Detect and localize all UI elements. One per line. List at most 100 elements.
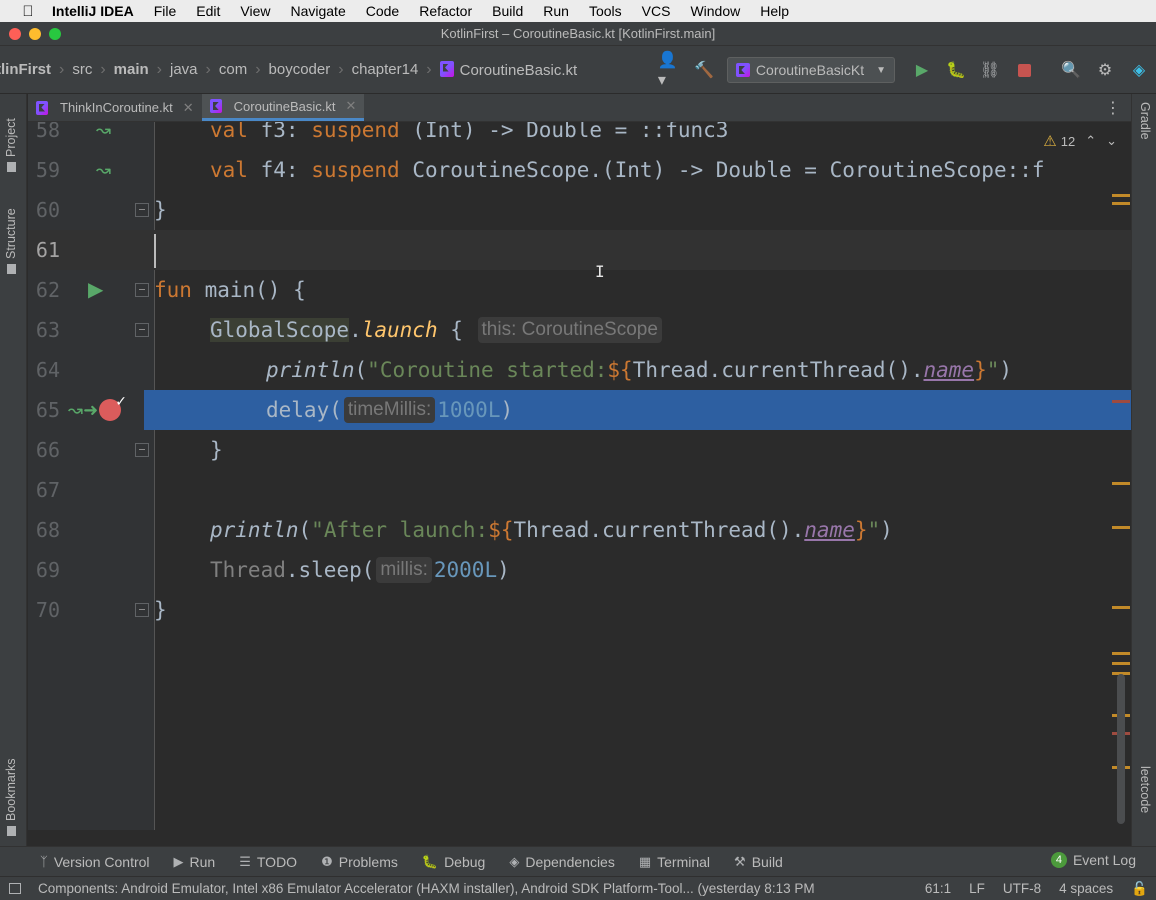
code-text: } — [210, 438, 223, 462]
warning-count: 12 — [1060, 133, 1076, 149]
fold-marker-icon[interactable] — [135, 203, 149, 217]
warning-stripe-marker[interactable] — [1112, 652, 1130, 655]
tool-window-bar: ᛉ Version Control ▶ Run ☰ TODO ❶ Problem… — [0, 846, 1156, 876]
breadcrumb-src[interactable]: src — [68, 61, 96, 78]
menu-app-name[interactable]: IntelliJ IDEA — [40, 3, 144, 19]
fold-marker-icon[interactable] — [135, 443, 149, 457]
lock-icon[interactable]: 🔓 — [1131, 881, 1148, 897]
dependencies-tool[interactable]: ◈ Dependencies — [497, 854, 627, 870]
stop-icon[interactable] — [1012, 58, 1036, 82]
structure-tool-tab[interactable]: Structure — [4, 208, 18, 274]
breadcrumb-main[interactable]: main — [110, 61, 153, 78]
folder-icon — [6, 162, 16, 172]
close-icon[interactable]: ✕ — [183, 100, 194, 116]
tab-thinkincoroutine[interactable]: ThinkInCoroutine.kt ✕ — [28, 94, 202, 121]
caret-position[interactable]: 61:1 — [925, 881, 951, 896]
warning-stripe-marker[interactable] — [1112, 194, 1130, 197]
warning-stripe-marker[interactable] — [1112, 526, 1130, 529]
menu-vcs[interactable]: VCS — [632, 3, 681, 19]
vertical-scrollbar[interactable] — [1117, 674, 1125, 824]
breakpoint-stripe-marker[interactable] — [1112, 400, 1130, 403]
terminal-tool[interactable]: ▦ Terminal — [627, 854, 722, 870]
warning-stripe-marker[interactable] — [1112, 606, 1130, 609]
event-log-tool[interactable]: 4 Event Log — [1050, 852, 1136, 868]
warning-stripe-marker[interactable] — [1112, 202, 1130, 205]
warning-stripe-marker[interactable] — [1112, 662, 1130, 665]
mouse-ibeam-cursor: I — [595, 262, 605, 281]
breakpoint-icon[interactable] — [99, 393, 127, 421]
menu-run[interactable]: Run — [533, 3, 579, 19]
project-tool-tab[interactable]: Project — [4, 118, 18, 172]
debug-icon[interactable]: 🐛 — [944, 58, 968, 82]
run-tool[interactable]: ▶ Run — [162, 854, 228, 870]
coverage-icon[interactable]: ⛓ — [978, 58, 1002, 82]
breadcrumb-boycoder[interactable]: boycoder — [265, 61, 335, 78]
run-icon[interactable]: ▶ — [910, 58, 934, 82]
fold-marker-icon[interactable] — [135, 603, 149, 617]
file-encoding[interactable]: UTF-8 — [1003, 881, 1041, 896]
menu-tools[interactable]: Tools — [579, 3, 632, 19]
status-message[interactable]: Components: Android Emulator, Intel x86 … — [38, 881, 888, 896]
gradle-tool-tab[interactable]: Gradle — [1138, 102, 1152, 140]
code-text: } — [154, 598, 167, 622]
build-hammer-icon[interactable]: 🔨 — [692, 58, 716, 82]
user-icon[interactable]: 👤▾ — [658, 52, 682, 89]
problems-tool[interactable]: ❶ Problems — [309, 854, 410, 870]
leetcode-tool-tab[interactable]: leetcode — [1138, 766, 1152, 813]
breadcrumb-chapter14[interactable]: chapter14 — [348, 61, 423, 78]
menu-navigate[interactable]: Navigate — [280, 3, 355, 19]
toolbox-icon[interactable]: ◈ — [1127, 58, 1151, 82]
tool-label: Run — [189, 853, 216, 870]
run-configuration-select[interactable]: CoroutineBasicKt ▼ — [726, 57, 895, 83]
line-separator[interactable]: LF — [969, 881, 985, 896]
menu-file[interactable]: File — [144, 3, 187, 19]
tool-windows-toggle-icon[interactable] — [9, 883, 21, 894]
tool-label: Version Control — [53, 853, 150, 870]
close-icon[interactable]: ✕ — [346, 98, 357, 114]
fold-marker-icon[interactable] — [135, 323, 149, 337]
breadcrumb-java[interactable]: java — [166, 61, 202, 78]
debug-tool[interactable]: 🐛 Debug — [410, 854, 497, 870]
structure-icon — [6, 264, 16, 274]
chevron-right-icon: › — [100, 60, 106, 78]
line-number: 61 — [35, 238, 60, 262]
chevron-right-icon: › — [156, 60, 162, 78]
more-vertical-icon[interactable]: ⋮ — [1105, 98, 1121, 118]
menu-edit[interactable]: Edit — [186, 3, 230, 19]
chevron-down-icon[interactable]: ⌄ — [1106, 133, 1117, 149]
menu-window[interactable]: Window — [680, 3, 750, 19]
tab-label: CoroutineBasic.kt — [233, 98, 336, 114]
run-gutter-icon[interactable]: ▶ — [88, 270, 103, 310]
event-count-badge: 4 — [1050, 852, 1067, 868]
menu-help[interactable]: Help — [750, 3, 799, 19]
code-text: delay(timeMillis: 1000L) — [266, 397, 514, 423]
breadcrumb-project[interactable]: tlinFirst — [0, 61, 55, 78]
code-text: fun main() { — [154, 278, 306, 302]
branch-icon: ᛉ — [40, 854, 48, 869]
main-toolbar: 👤▾ 🔨 CoroutineBasicKt ▼ ▶ 🐛 ⛓ 🔍 ⚙ ◈ — [653, 46, 1156, 94]
tool-label: Build — [751, 853, 783, 870]
menu-build[interactable]: Build — [482, 3, 533, 19]
chevron-up-icon[interactable]: ⌃ — [1085, 133, 1096, 149]
tab-coroutinebasic[interactable]: CoroutineBasic.kt ✕ — [201, 94, 365, 121]
version-control-tool[interactable]: ᛉ Version Control — [28, 854, 162, 870]
fold-marker-icon[interactable] — [135, 283, 149, 297]
breadcrumb-file[interactable]: CoroutineBasic.kt — [436, 60, 582, 79]
menu-code[interactable]: Code — [356, 3, 409, 19]
menu-refactor[interactable]: Refactor — [409, 3, 482, 19]
tool-label: Debug — [444, 853, 486, 870]
inspection-widget[interactable]: ⚠ 12 ⌃ ⌄ — [1043, 132, 1117, 150]
tool-label: Dependencies — [525, 853, 615, 870]
kotlin-file-icon — [209, 99, 222, 113]
code-editor[interactable]: 58 ↝ val f3: suspend (Int) -> Double = :… — [28, 122, 1131, 830]
search-icon[interactable]: 🔍 — [1059, 58, 1083, 82]
todo-tool[interactable]: ☰ TODO — [227, 854, 309, 870]
bookmarks-tool-tab[interactable]: Bookmarks — [4, 758, 18, 836]
menu-view[interactable]: View — [230, 3, 280, 19]
apple-icon[interactable]:  — [16, 3, 40, 20]
warning-stripe-marker[interactable] — [1112, 482, 1130, 485]
breadcrumb-com[interactable]: com — [215, 61, 251, 78]
gear-icon[interactable]: ⚙ — [1093, 58, 1117, 82]
indent-setting[interactable]: 4 spaces — [1059, 881, 1113, 896]
build-tool[interactable]: ⚒ Build — [722, 854, 795, 870]
